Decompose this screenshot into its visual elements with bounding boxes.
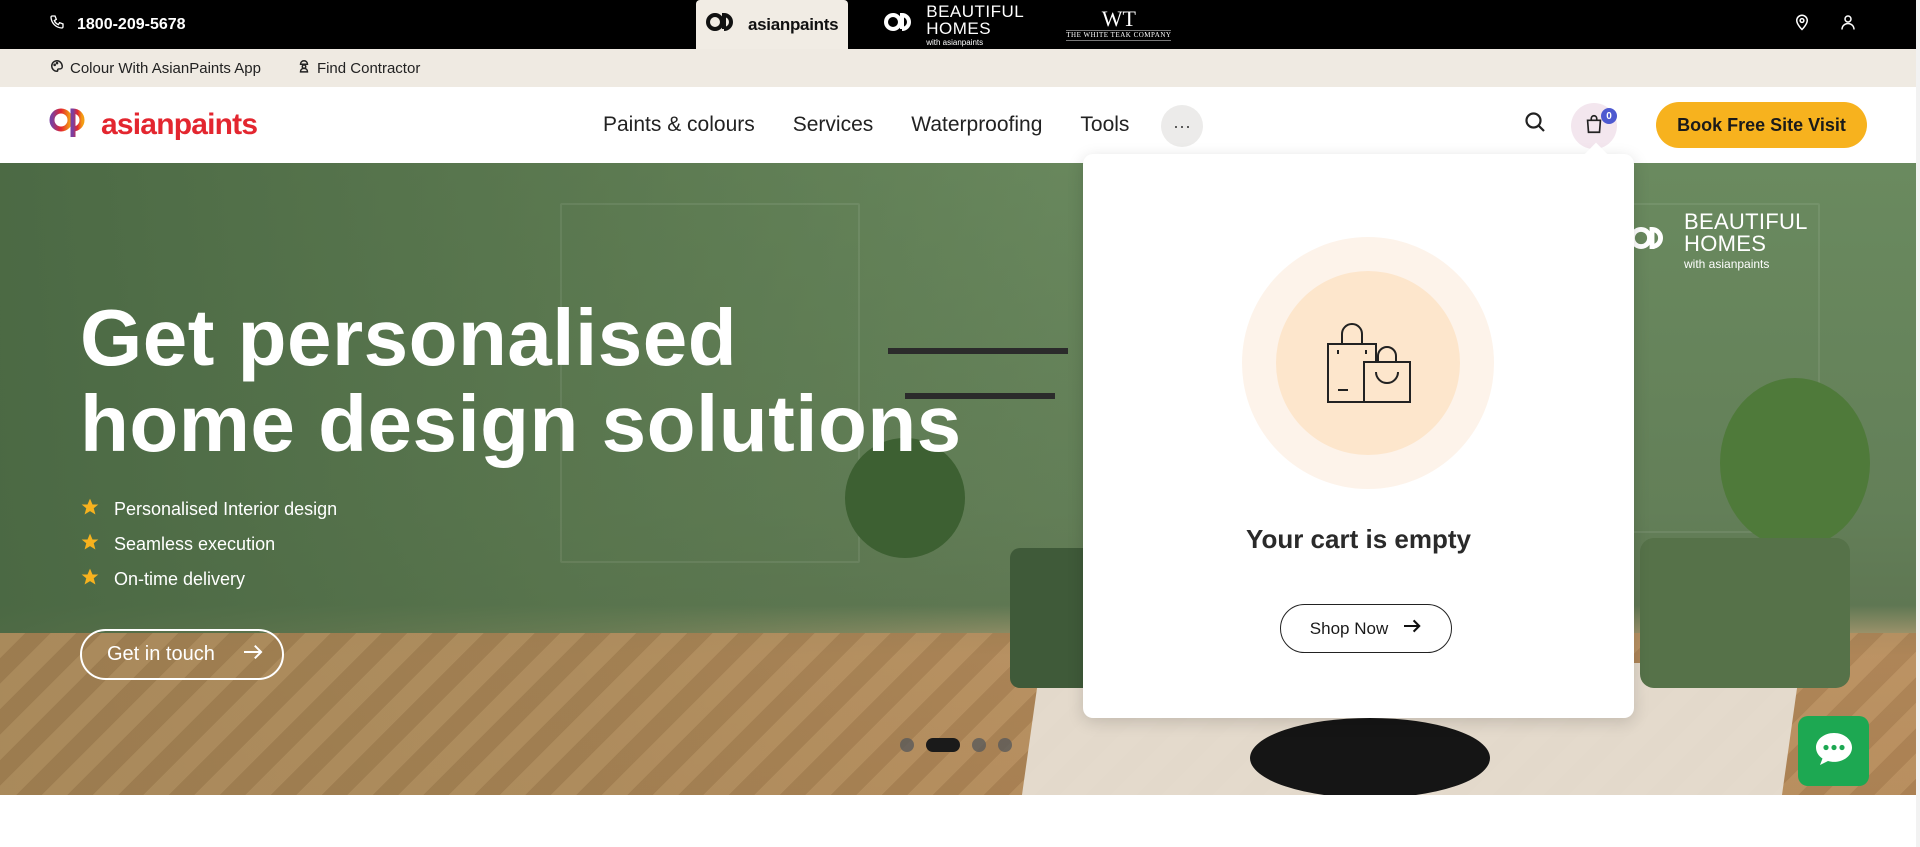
hero-bullets: Personalised Interior design Seamless ex… bbox=[80, 497, 337, 592]
chat-bubble-icon bbox=[1814, 731, 1854, 772]
book-site-visit-button[interactable]: Book Free Site Visit bbox=[1656, 102, 1867, 148]
bh-overlay-text: BEAUTIFUL HOMES with asianpaints bbox=[1684, 209, 1808, 271]
beautiful-homes-overlay-logo: BEAUTIFUL HOMES with asianpaints bbox=[1630, 211, 1808, 270]
wt-monogram: WT bbox=[1101, 6, 1136, 31]
asianpaints-logo[interactable]: asianpaints bbox=[49, 103, 258, 146]
chat-button[interactable] bbox=[1798, 716, 1869, 786]
hero-title: Get personalised home design solutions bbox=[80, 295, 962, 467]
hero-bullet-text: On-time delivery bbox=[114, 569, 246, 589]
hero-bullet: On-time delivery bbox=[80, 567, 337, 592]
beautiful-homes-mark-icon bbox=[884, 9, 920, 40]
phone-link[interactable]: 1800-209-5678 bbox=[49, 0, 186, 49]
ellipsis-icon: ··· bbox=[1173, 115, 1191, 136]
cart-button[interactable]: 0 bbox=[1571, 103, 1617, 149]
nav-item-waterproofing[interactable]: Waterproofing bbox=[911, 113, 1042, 137]
colour-app-link[interactable]: Colour With AsianPaints App bbox=[50, 59, 261, 77]
bh-sub: with asianpaints bbox=[926, 37, 984, 47]
shop-now-button[interactable]: Shop Now bbox=[1280, 604, 1452, 653]
plant-decor bbox=[1720, 378, 1870, 548]
sofa-decor bbox=[1640, 538, 1850, 688]
get-in-touch-button[interactable]: Get in touch bbox=[80, 629, 284, 680]
white-teak-logo: WT THE WHITE TEAK COMPANY bbox=[1066, 6, 1172, 41]
shop-now-label: Shop Now bbox=[1309, 618, 1389, 638]
more-menu-button[interactable]: ··· bbox=[1161, 105, 1203, 147]
wt-name: THE WHITE TEAK COMPANY bbox=[1066, 30, 1172, 41]
brand-tab-bh-text: BEAUTIFUL HOMES with asianpaints bbox=[926, 3, 1024, 47]
asianpaints-mark-icon bbox=[706, 9, 742, 40]
cart-dropdown: Your cart is empty Shop Now bbox=[1083, 142, 1634, 718]
nav-item-tools[interactable]: Tools bbox=[1080, 113, 1129, 137]
arrow-right-icon bbox=[242, 643, 264, 667]
star-icon bbox=[80, 497, 100, 522]
carousel-dot-active[interactable] bbox=[926, 738, 960, 752]
cart-count-badge: 0 bbox=[1601, 108, 1617, 124]
coffee-table-decor bbox=[1250, 718, 1490, 795]
hero-bullet: Personalised Interior design bbox=[80, 497, 337, 522]
location-icon[interactable] bbox=[1793, 12, 1811, 37]
bh-line1: BEAUTIFUL bbox=[926, 1, 1025, 21]
hero-bullet-text: Seamless execution bbox=[114, 534, 276, 554]
carousel-dot[interactable] bbox=[972, 738, 986, 752]
contractor-icon bbox=[297, 58, 311, 78]
asianpaints-logo-mark-icon bbox=[49, 103, 95, 146]
bh-overlay-line2: HOMES bbox=[1684, 231, 1767, 256]
brand-tab-asianpaints[interactable]: asianpaints bbox=[696, 0, 849, 49]
page-scrollbar[interactable] bbox=[1916, 0, 1920, 847]
find-contractor-link[interactable]: Find Contractor bbox=[297, 58, 420, 78]
colour-app-label: Colour With AsianPaints App bbox=[70, 59, 261, 77]
top-utility-bar: 1800-209-5678 asianpaints BEAUTIFUL HOME… bbox=[0, 0, 1920, 49]
hero-title-line1: Get personalised bbox=[80, 293, 738, 382]
search-button[interactable] bbox=[1520, 109, 1550, 139]
nav-links: Paints & colours Services Waterproofing … bbox=[603, 87, 1129, 163]
brand-tab-label: asianpaints bbox=[748, 14, 839, 34]
secondary-bar: Colour With AsianPaints App Find Contrac… bbox=[0, 49, 1920, 87]
hero-bullet-text: Personalised Interior design bbox=[114, 499, 338, 519]
bh-overlay-sub: with asianpaints bbox=[1684, 257, 1770, 271]
brand-switcher: asianpaints BEAUTIFUL HOMES with asianpa… bbox=[696, 0, 1181, 49]
star-icon bbox=[80, 532, 100, 557]
palette-icon bbox=[50, 59, 64, 77]
hero-bullet: Seamless execution bbox=[80, 532, 337, 557]
logo-text: asianpaints bbox=[101, 107, 258, 141]
brand-tab-beautiful-homes[interactable]: BEAUTIFUL HOMES with asianpaints bbox=[874, 0, 1034, 49]
hero-title-line2: home design solutions bbox=[80, 379, 962, 468]
phone-number: 1800-209-5678 bbox=[77, 15, 186, 33]
carousel-dots bbox=[900, 738, 1012, 752]
top-right-icons bbox=[1793, 0, 1857, 49]
search-icon bbox=[1523, 110, 1547, 139]
user-icon[interactable] bbox=[1839, 12, 1857, 37]
phone-icon bbox=[49, 14, 65, 35]
carousel-dot[interactable] bbox=[900, 738, 914, 752]
main-navigation: asianpaints Paints & colours Services Wa… bbox=[0, 87, 1920, 163]
nav-item-paints-colours[interactable]: Paints & colours bbox=[603, 113, 755, 137]
empty-cart-illustration bbox=[1242, 237, 1494, 489]
arrow-right-icon bbox=[1402, 618, 1422, 639]
empty-cart-circle bbox=[1276, 271, 1460, 455]
carousel-dot[interactable] bbox=[998, 738, 1012, 752]
beautiful-homes-mark-icon bbox=[1630, 221, 1674, 260]
bh-line2: HOMES bbox=[926, 18, 992, 38]
cart-empty-message: Your cart is empty bbox=[1246, 524, 1471, 554]
find-contractor-label: Find Contractor bbox=[316, 59, 421, 77]
get-in-touch-label: Get in touch bbox=[107, 643, 215, 665]
brand-tab-white-teak[interactable]: WT THE WHITE TEAK COMPANY bbox=[1056, 0, 1181, 49]
nav-item-services[interactable]: Services bbox=[793, 113, 874, 137]
shopping-bags-icon bbox=[1320, 316, 1416, 411]
star-icon bbox=[80, 567, 100, 592]
bh-overlay-line1: BEAUTIFUL bbox=[1684, 209, 1808, 234]
